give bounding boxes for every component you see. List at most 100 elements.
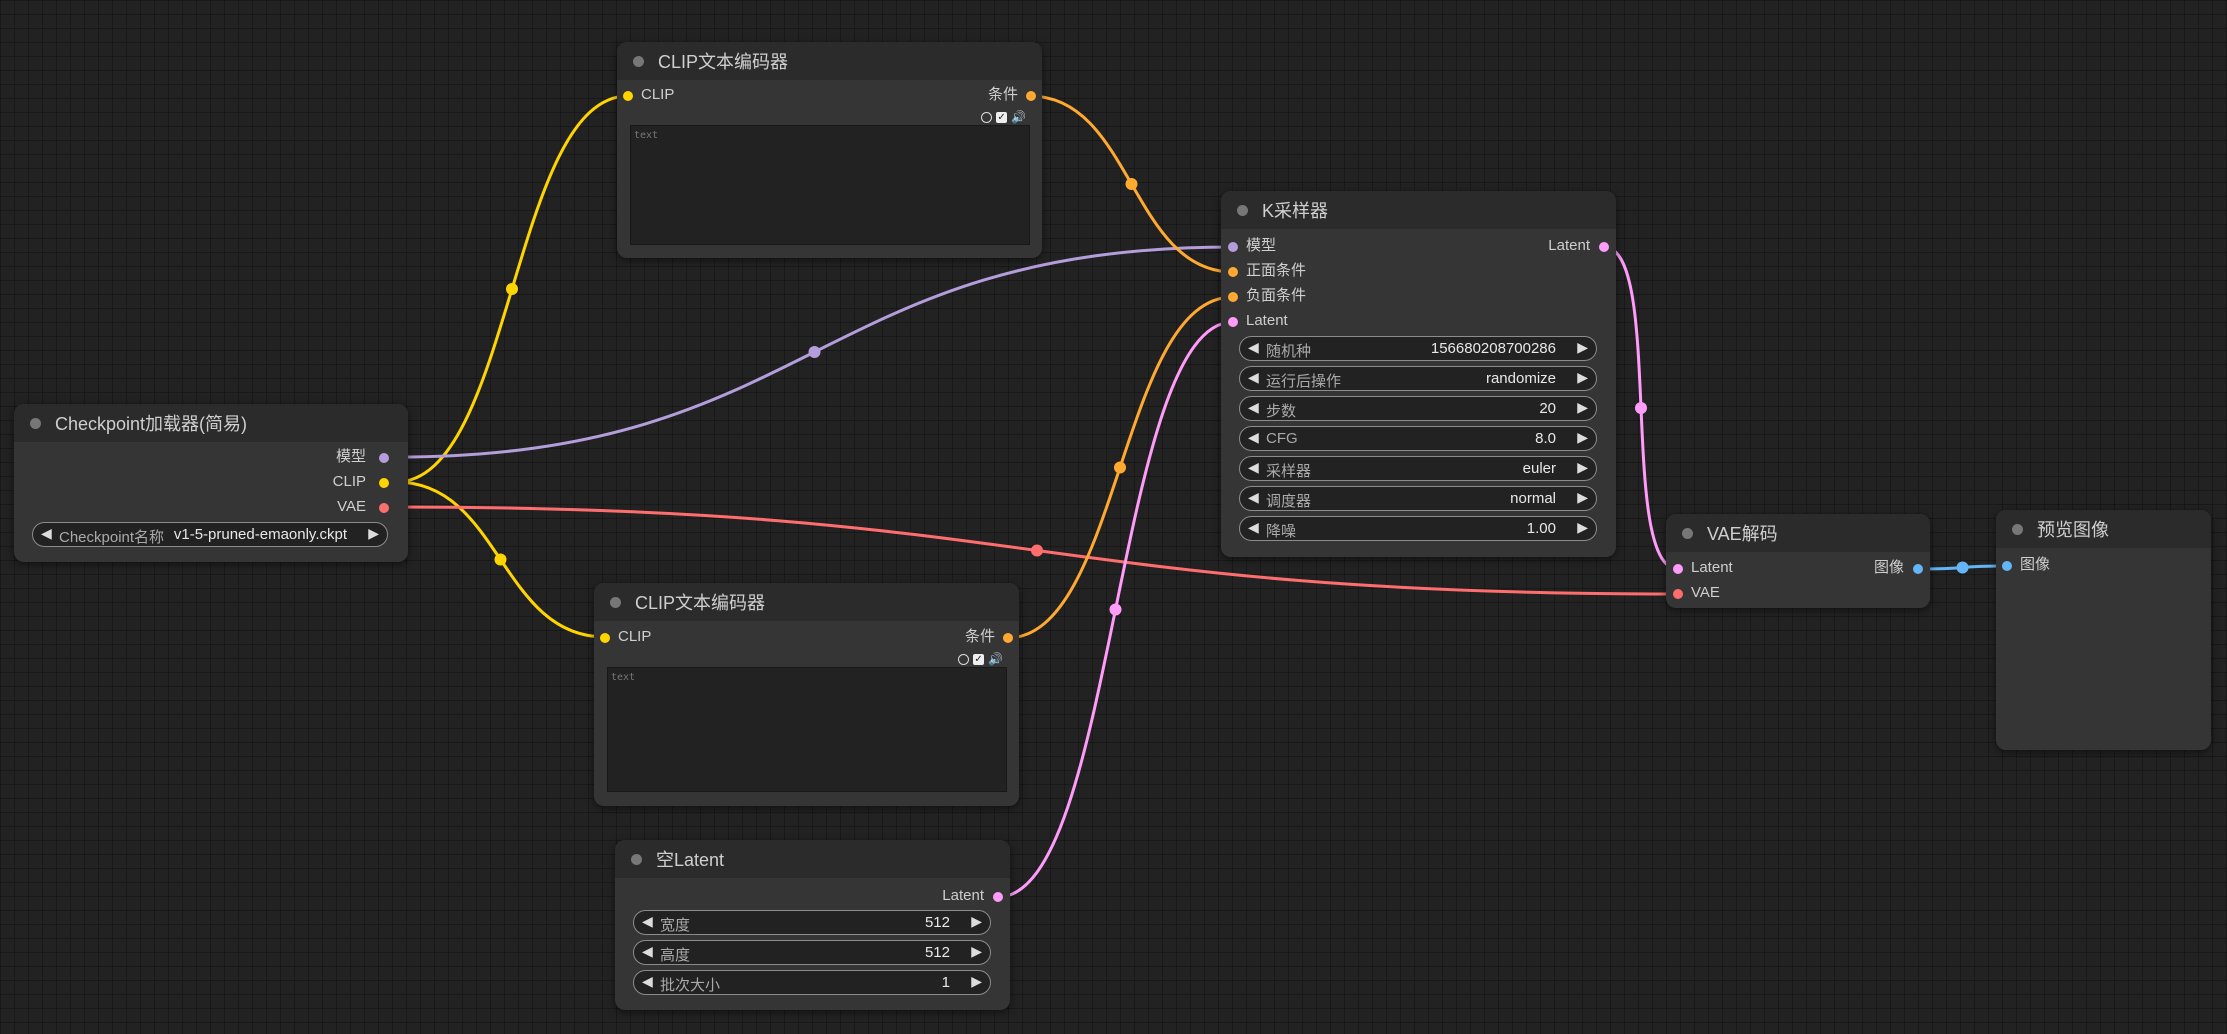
collapse-dot-icon[interactable] [631, 853, 642, 865]
input-slot-latent[interactable] [1228, 317, 1238, 327]
ksampler-node[interactable]: K采样器 模型 正面条件 负面条件 Latent Latent ◀ 随机种 15… [1221, 191, 1616, 557]
decrement-arrow-icon[interactable]: ◀ [1248, 399, 1259, 416]
node-title-bar[interactable]: Checkpoint加载器(简易) [14, 404, 408, 442]
widget-value: randomize [1485, 370, 1556, 387]
checkpoint-loader-node[interactable]: Checkpoint加载器(简易) 模型 CLIP VAE ◀ Checkpoi… [14, 404, 408, 562]
decrement-arrow-icon[interactable]: ◀ [41, 525, 52, 542]
collapse-dot-icon[interactable] [30, 417, 41, 429]
wire-latent-decode-midpoint[interactable] [1635, 402, 1647, 414]
output-label-image: 图像 [1873, 559, 1904, 576]
checkbox-icon[interactable]: ✓ [996, 111, 1008, 123]
increment-arrow-icon[interactable]: ▶ [971, 943, 982, 960]
collapse-dot-icon[interactable] [1237, 204, 1248, 216]
decrement-arrow-icon[interactable]: ◀ [1248, 369, 1259, 386]
input-slot-latent[interactable] [1673, 564, 1683, 574]
wire-model-midpoint[interactable] [808, 346, 821, 358]
output-slot-conditioning[interactable] [1026, 91, 1036, 101]
preview-image-node[interactable]: 预览图像 图像 [1996, 510, 2211, 750]
widget-value: 1 [941, 974, 950, 991]
scheduler-widget[interactable]: ◀ 调度器 normal ▶ [1239, 486, 1597, 511]
increment-arrow-icon[interactable]: ▶ [1577, 489, 1588, 506]
wire-conditioning-positive-midpoint[interactable] [1125, 178, 1138, 190]
input-slot-negative[interactable] [1228, 292, 1238, 302]
widget-value: normal [1510, 490, 1556, 507]
node-title: VAE解码 [1707, 524, 1778, 544]
collapse-dot-icon[interactable] [2012, 523, 2023, 535]
increment-arrow-icon[interactable]: ▶ [1577, 519, 1588, 536]
batch-size-widget[interactable]: ◀ 批次大小 1 ▶ [633, 970, 991, 995]
checkbox-icon[interactable]: ✓ [973, 653, 985, 665]
collapse-dot-icon[interactable] [610, 596, 621, 608]
wire-vae-midpoint[interactable] [1031, 544, 1043, 557]
input-slot-model[interactable] [1228, 242, 1238, 252]
vae-decode-node[interactable]: VAE解码 Latent VAE 图像 [1666, 514, 1930, 608]
denoise-widget[interactable]: ◀ 降噪 1.00 ▶ [1239, 516, 1597, 541]
node-title-bar[interactable]: K采样器 [1221, 191, 1616, 229]
control-after-generate-widget[interactable]: ◀ 运行后操作 randomize ▶ [1239, 366, 1597, 391]
input-label-model: 模型 [1246, 237, 1277, 254]
output-slot-latent[interactable] [1599, 242, 1609, 252]
width-widget[interactable]: ◀ 宽度 512 ▶ [633, 910, 991, 935]
cfg-widget[interactable]: ◀ CFG 8.0 ▶ [1239, 426, 1597, 451]
decrement-arrow-icon[interactable]: ◀ [1248, 429, 1259, 446]
output-slot-image[interactable] [1913, 564, 1923, 574]
widget-value: euler [1522, 460, 1556, 477]
increment-arrow-icon[interactable]: ▶ [1577, 399, 1588, 416]
wire-clip-bottom-midpoint[interactable] [494, 553, 507, 566]
input-slot-clip[interactable] [623, 91, 633, 101]
decrement-arrow-icon[interactable]: ◀ [642, 973, 653, 990]
speaker-icon[interactable]: 🔊 [1011, 110, 1026, 124]
wire-image-midpoint[interactable] [1956, 561, 1969, 574]
increment-arrow-icon[interactable]: ▶ [1577, 459, 1588, 476]
node-title-bar[interactable]: CLIP文本编码器 [594, 583, 1019, 621]
wire-latent-empty-midpoint[interactable] [1109, 603, 1122, 616]
output-label-conditioning: 条件 [987, 86, 1018, 103]
clip-text-encoder-bottom-node[interactable]: CLIP文本编码器 CLIP 条件 ✓ 🔊 text [594, 583, 1019, 806]
node-title-bar[interactable]: CLIP文本编码器 [617, 42, 1042, 80]
input-slot-clip[interactable] [600, 633, 610, 643]
node-title-bar[interactable]: 预览图像 [1996, 510, 2211, 548]
decrement-arrow-icon[interactable]: ◀ [642, 943, 653, 960]
node-title-bar[interactable]: VAE解码 [1666, 514, 1930, 552]
increment-arrow-icon[interactable]: ▶ [971, 913, 982, 930]
output-slot-conditioning[interactable] [1003, 633, 1013, 643]
widget-value: 156680208700286 [1430, 340, 1556, 357]
increment-arrow-icon[interactable]: ▶ [1577, 369, 1588, 386]
collapse-dot-icon[interactable] [633, 55, 644, 67]
input-label-latent: Latent [1691, 559, 1733, 576]
decrement-arrow-icon[interactable]: ◀ [1248, 489, 1259, 506]
output-slot-clip[interactable] [379, 478, 389, 488]
node-title: CLIP文本编码器 [658, 52, 789, 72]
output-slot-latent[interactable] [993, 892, 1003, 902]
speaker-icon[interactable]: 🔊 [988, 652, 1003, 666]
decrement-arrow-icon[interactable]: ◀ [1248, 519, 1259, 536]
circle-toggle-icon[interactable] [981, 111, 993, 123]
prompt-textarea[interactable]: text [607, 667, 1007, 792]
decrement-arrow-icon[interactable]: ◀ [1248, 459, 1259, 476]
increment-arrow-icon[interactable]: ▶ [971, 973, 982, 990]
height-widget[interactable]: ◀ 高度 512 ▶ [633, 940, 991, 965]
circle-toggle-icon[interactable] [958, 653, 970, 665]
increment-arrow-icon[interactable]: ▶ [1577, 339, 1588, 356]
wire-conditioning-negative-midpoint[interactable] [1114, 461, 1126, 474]
node-title-bar[interactable]: 空Latent [615, 840, 1010, 878]
prompt-textarea[interactable]: text [630, 125, 1030, 245]
decrement-arrow-icon[interactable]: ◀ [1248, 339, 1259, 356]
checkpoint-name-combo[interactable]: ◀ Checkpoint名称 v1-5-pruned-emaonly.ckpt … [32, 522, 388, 547]
increment-arrow-icon[interactable]: ▶ [368, 525, 379, 542]
wire-clip-top-midpoint[interactable] [506, 283, 518, 295]
input-slot-vae[interactable] [1673, 589, 1683, 599]
decrement-arrow-icon[interactable]: ◀ [642, 913, 653, 930]
clip-text-encoder-top-node[interactable]: CLIP文本编码器 CLIP 条件 ✓ 🔊 text [617, 42, 1042, 258]
seed-widget[interactable]: ◀ 随机种 156680208700286 ▶ [1239, 336, 1597, 361]
input-slot-positive[interactable] [1228, 267, 1238, 277]
input-slot-image[interactable] [2002, 561, 2012, 571]
increment-arrow-icon[interactable]: ▶ [1577, 429, 1588, 446]
output-slot-model[interactable] [379, 453, 389, 463]
output-slot-vae[interactable] [379, 503, 389, 513]
widget-label: 运行后操作 [1266, 373, 1342, 390]
collapse-dot-icon[interactable] [1682, 527, 1693, 539]
empty-latent-node[interactable]: 空Latent Latent ◀ 宽度 512 ▶ ◀ 高度 512 ▶ ◀ 批… [615, 840, 1010, 1010]
sampler-widget[interactable]: ◀ 采样器 euler ▶ [1239, 456, 1597, 481]
steps-widget[interactable]: ◀ 步数 20 ▶ [1239, 396, 1597, 421]
